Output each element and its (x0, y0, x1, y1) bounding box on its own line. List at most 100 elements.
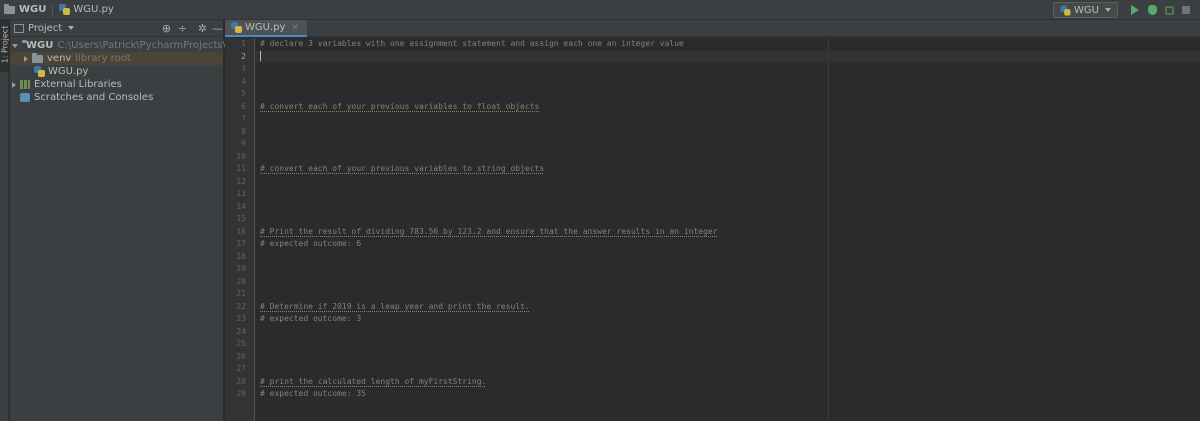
code-line[interactable]: # expected outcome: 6 (256, 238, 1200, 251)
line-number-gutter[interactable]: 1 2 3 4 5 6 7 8 9 10 11 12 13 14 15 16 17 18 19 20 21 22 23 24 2… (225, 38, 255, 421)
tree-item-wgu-py[interactable]: WGU.py (10, 65, 223, 78)
minimize-icon[interactable]: — (211, 22, 224, 35)
code-line[interactable] (256, 213, 1200, 226)
code-line[interactable] (256, 88, 1200, 101)
line-number: 12 (236, 176, 246, 186)
project-tool-window: Project ⊕ ÷ ✲ — WGU C:\Users\Patrick\Pyc… (10, 20, 251, 421)
run-icon (1131, 5, 1139, 15)
locate-icon[interactable]: ⊕ (160, 22, 173, 35)
code-line[interactable] (256, 151, 1200, 164)
library-icon (20, 80, 30, 89)
line-number: 1 (241, 39, 246, 48)
text-caret (260, 51, 261, 61)
tree-item-label: WGU.py (48, 66, 89, 77)
tab-label: WGU.py (245, 22, 286, 33)
tree-item-label: Scratches and Consoles (34, 92, 154, 103)
code-line[interactable] (256, 263, 1200, 276)
code-editor[interactable]: # declare 3 variables with one assignmen… (256, 38, 1200, 421)
tree-item-wgu[interactable]: WGU C:\Users\Patrick\PycharmProjects\WGU (10, 39, 251, 52)
line-number: 25 (236, 339, 246, 348)
code-line[interactable] (256, 288, 1200, 301)
code-line[interactable]: # declare 3 variables with one assignmen… (256, 38, 1200, 51)
code-line[interactable] (256, 201, 1200, 214)
project-view-selector[interactable]: Project (28, 23, 62, 34)
project-tool-window-tab-label: 1: Project (0, 25, 10, 64)
gear-icon[interactable]: ✲ (196, 22, 209, 35)
tree-item-label: WGU (26, 40, 54, 51)
tree-item-note: library root (75, 53, 131, 64)
chevron-down-icon (1105, 8, 1111, 12)
python-file-icon (59, 4, 71, 15)
line-number: 6 (241, 101, 246, 111)
tree-item-path: C:\Users\Patrick\PycharmProjects\WGU (57, 40, 251, 51)
tree-item-scratches[interactable]: Scratches and Consoles (10, 91, 223, 104)
project-pane-header: Project ⊕ ÷ ✲ — (10, 20, 223, 37)
code-line[interactable]: # Print the result of dividing 783.56 by… (256, 226, 1200, 239)
chevron-down-icon[interactable] (68, 26, 75, 30)
right-margin-guide (828, 38, 829, 421)
line-number: 22 (236, 301, 246, 311)
line-number: 3 (241, 64, 246, 73)
line-number: 23 (236, 314, 246, 323)
run-configuration-dropdown[interactable]: WGU (1053, 2, 1118, 18)
breadcrumb-project-label: WGU (19, 4, 47, 15)
line-number: 27 (236, 364, 246, 373)
close-icon[interactable]: ✕ (291, 23, 299, 33)
code-line[interactable] (256, 63, 1200, 76)
code-line[interactable] (256, 276, 1200, 289)
breadcrumb-project[interactable]: WGU (0, 0, 50, 20)
line-number: 14 (236, 201, 246, 211)
folder-icon (4, 3, 15, 14)
coverage-icon (1164, 5, 1174, 15)
code-line[interactable] (256, 351, 1200, 364)
code-line[interactable]: # convert each of your previous variable… (256, 163, 1200, 176)
code-line[interactable]: # Determine if 2019 is a leap year and p… (256, 301, 1200, 314)
editor-tab-bar: WGU.py ✕ (225, 20, 1200, 37)
code-line[interactable]: # print the calculated length of myFirst… (256, 376, 1200, 389)
collapse-icon[interactable]: ÷ (176, 22, 189, 35)
line-number: 17 (236, 239, 246, 248)
run-button[interactable] (1128, 3, 1142, 17)
line-number: 16 (236, 226, 246, 236)
project-tool-window-tab[interactable]: 1: Project (0, 20, 10, 72)
scratches-icon (20, 93, 30, 102)
line-number: 5 (241, 89, 246, 98)
line-number: 18 (236, 251, 246, 261)
code-line[interactable] (256, 363, 1200, 376)
line-number: 28 (236, 376, 246, 386)
tree-item-venv[interactable]: venv library root (10, 52, 223, 65)
navigation-bar: WGU WGU.py WGU (0, 0, 1200, 20)
python-file-icon (231, 22, 242, 33)
coverage-button[interactable] (1162, 3, 1176, 17)
chevron-down-icon[interactable] (12, 43, 18, 48)
code-line[interactable]: # expected outcome: 35 (256, 388, 1200, 401)
stop-button[interactable] (1179, 3, 1193, 17)
project-view-icon (14, 23, 24, 33)
code-line[interactable] (256, 138, 1200, 151)
code-line[interactable] (256, 326, 1200, 339)
chevron-right-icon[interactable] (24, 55, 28, 62)
left-tool-strip: 1: Project (0, 20, 10, 421)
code-line[interactable]: # convert each of your previous variable… (256, 101, 1200, 114)
line-number: 8 (241, 126, 246, 136)
code-line[interactable] (256, 338, 1200, 351)
breadcrumb-file[interactable]: WGU.py (55, 0, 117, 20)
chevron-right-icon[interactable] (12, 81, 16, 88)
project-tree: WGU C:\Users\Patrick\PycharmProjects\WGU… (10, 37, 251, 104)
debug-button[interactable] (1145, 3, 1159, 17)
line-number: 19 (236, 264, 246, 273)
code-line[interactable] (256, 50, 1200, 63)
code-line[interactable] (256, 251, 1200, 264)
code-line[interactable] (256, 76, 1200, 89)
stop-icon (1182, 6, 1190, 14)
code-line[interactable] (256, 176, 1200, 189)
line-number: 7 (241, 114, 246, 123)
line-number: 13 (236, 189, 246, 198)
code-line[interactable] (256, 113, 1200, 126)
breadcrumb-separator (52, 3, 54, 16)
tab-wgu-py[interactable]: WGU.py ✕ (225, 20, 307, 37)
code-line[interactable] (256, 188, 1200, 201)
code-line[interactable]: # expected outcome: 3 (256, 313, 1200, 326)
code-line[interactable] (256, 126, 1200, 139)
tree-item-external-libraries[interactable]: External Libraries (10, 78, 223, 91)
